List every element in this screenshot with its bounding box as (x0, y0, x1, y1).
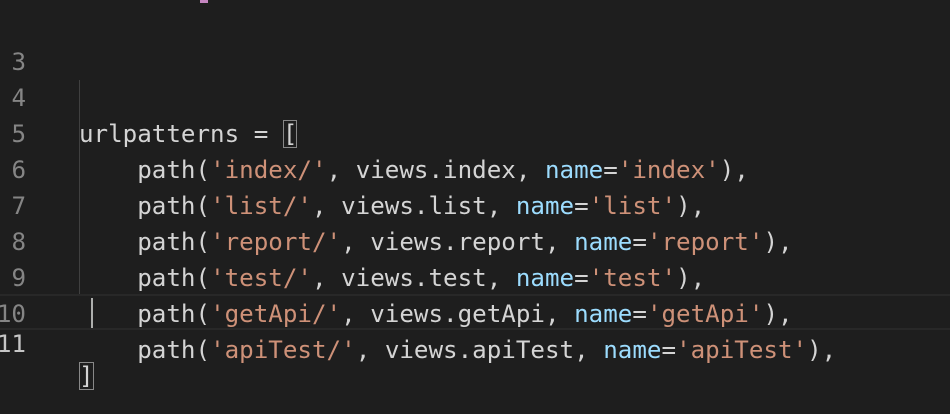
code-line[interactable]: 3 (0, 8, 950, 76)
line-number: 11 (0, 330, 26, 358)
matched-bracket-close: ] (79, 362, 94, 390)
code-line[interactable]: 6 path('list/', views.list, name='list')… (0, 116, 950, 220)
code-line[interactable]: 9 path('getApi/', views.getApi, name='ge… (0, 224, 950, 328)
code-line-current[interactable]: 11 ] (0, 294, 950, 390)
code-text[interactable]: path('apiTest/', views.apiTest, name='ap… (79, 332, 836, 368)
code-editor[interactable]: 3 4 urlpatterns = [ 5 path('index/', vie… (0, 0, 950, 414)
code-line[interactable]: 10 path('apiTest/', views.apiTest, name=… (0, 260, 950, 364)
text-cursor (91, 298, 93, 328)
function-name: path (137, 336, 196, 364)
code-line[interactable]: 7 path('report/', views.report, name='re… (0, 152, 950, 256)
string-name: 'apiTest' (676, 336, 808, 364)
previous-line-fragment (200, 0, 208, 3)
code-line[interactable]: 8 path('test/', views.test, name='test')… (0, 188, 950, 292)
string-route: 'apiTest/' (210, 336, 356, 364)
code-text[interactable]: ] (79, 360, 94, 392)
code-line[interactable]: 5 path('index/', views.index, name='inde… (0, 80, 950, 184)
keyword-arg: name (603, 336, 662, 364)
code-line[interactable]: 4 urlpatterns = [ (0, 44, 950, 148)
view-ref: views.apiTest (384, 336, 575, 364)
